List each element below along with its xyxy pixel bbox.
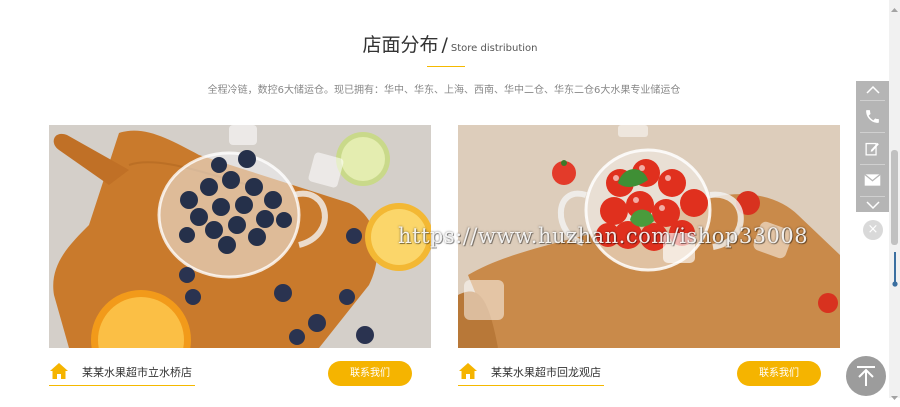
- section-subtitle: 全程冷链，数控6大储运仓。现已拥有：华中、华东、上海、西南、华中二仓、华东二仓6…: [207, 85, 681, 96]
- chevron-down-icon[interactable]: [856, 197, 889, 212]
- store-card: 某某水果超市立水桥店 联系我们: [49, 125, 431, 395]
- scroll-up-arrow-icon[interactable]: [889, 0, 900, 12]
- watermark-text: https://www.huzhan.com/ishop33008: [398, 224, 809, 248]
- section-title-cn: 店面分布: [362, 34, 439, 56]
- store-name: 某某水果超市立水桥店: [82, 366, 192, 379]
- store-info: 某某水果超市回龙观店 联系我们: [458, 348, 840, 395]
- watermark-close-button[interactable]: ×: [863, 220, 883, 240]
- section-title: 店面分布 / Store distribution: [0, 33, 900, 61]
- chevron-up-icon[interactable]: [856, 81, 889, 99]
- store-info: 某某水果超市立水桥店 联系我们: [49, 348, 431, 395]
- contact-us-button[interactable]: 联系我们: [328, 361, 412, 386]
- back-to-top-button[interactable]: [846, 356, 886, 396]
- edit-icon[interactable]: [856, 133, 889, 163]
- store-info-underline: [49, 385, 195, 386]
- store-name: 某某水果超市回龙观店: [491, 366, 601, 379]
- section-title-en: Store distribution: [450, 43, 538, 54]
- store-card: 某某水果超市回龙观店 联系我们: [458, 125, 840, 395]
- phone-icon[interactable]: [856, 101, 889, 131]
- store-info-underline: [458, 385, 604, 386]
- scroll-down-arrow-icon[interactable]: [889, 388, 900, 400]
- page-scrollbar[interactable]: [889, 0, 900, 400]
- floating-sidebar: [856, 81, 889, 212]
- home-icon: [50, 363, 68, 379]
- title-underline: [427, 66, 465, 67]
- mail-icon[interactable]: [856, 165, 889, 195]
- contact-us-button[interactable]: 联系我们: [737, 361, 821, 386]
- scrollbar-thumb[interactable]: [891, 150, 898, 245]
- home-icon: [459, 363, 477, 379]
- slider-knob-icon[interactable]: [892, 252, 898, 288]
- title-separator: /: [441, 34, 448, 56]
- store-photo-blueberries[interactable]: [49, 125, 431, 348]
- arrow-up-icon: [857, 366, 875, 386]
